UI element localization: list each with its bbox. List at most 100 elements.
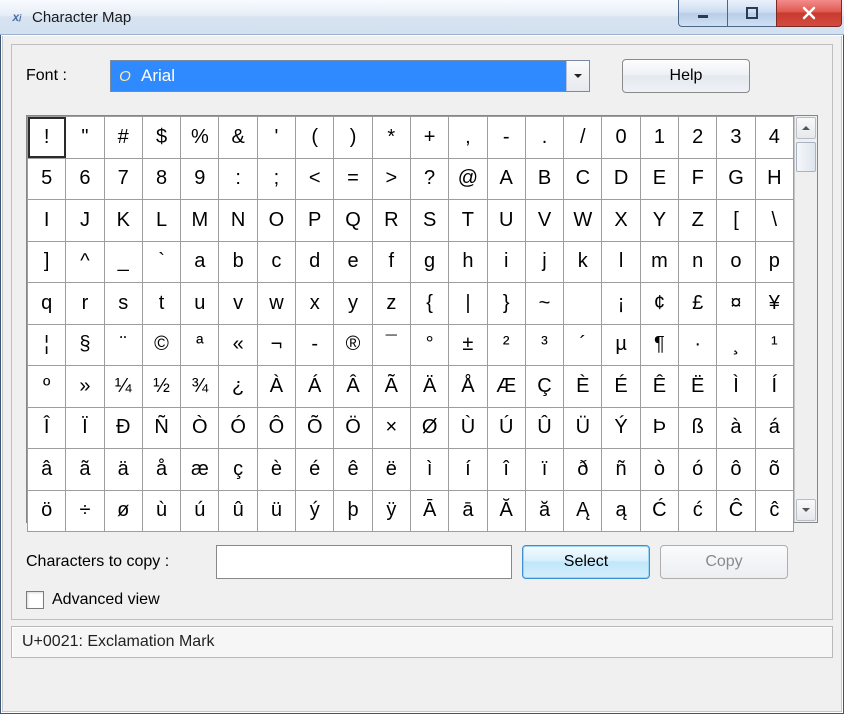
char-cell[interactable]: Æ: [487, 366, 525, 408]
character-grid[interactable]: !"#$%&'()*+,-./0123456789:;<=>?@ABCDEFGH…: [27, 116, 794, 522]
char-cell[interactable]: k: [564, 241, 602, 283]
char-cell[interactable]: ': [257, 117, 295, 159]
char-cell[interactable]: +: [410, 117, 448, 159]
char-cell[interactable]: µ: [602, 324, 640, 366]
char-cell[interactable]: Ü: [564, 407, 602, 449]
scroll-up-button[interactable]: [796, 117, 816, 139]
char-cell[interactable]: /: [564, 117, 602, 159]
char-cell[interactable]: l: [602, 241, 640, 283]
char-cell[interactable]: Z: [679, 200, 717, 242]
char-cell[interactable]: Ú: [487, 407, 525, 449]
char-cell[interactable]: ö: [28, 490, 66, 532]
char-cell[interactable]: *: [372, 117, 410, 159]
char-cell[interactable]: ¯: [372, 324, 410, 366]
char-cell[interactable]: ü: [257, 490, 295, 532]
char-cell[interactable]: ì: [410, 449, 448, 491]
char-cell[interactable]: 5: [28, 158, 66, 200]
char-cell[interactable]: ç: [219, 449, 257, 491]
char-cell[interactable]: ´: [564, 324, 602, 366]
char-cell[interactable]: õ: [755, 449, 793, 491]
char-cell[interactable]: ©: [142, 324, 180, 366]
char-cell[interactable]: ó: [679, 449, 717, 491]
char-cell[interactable]: S: [410, 200, 448, 242]
char-cell[interactable]: Å: [449, 366, 487, 408]
char-cell[interactable]: Ă: [487, 490, 525, 532]
char-cell[interactable]: F: [679, 158, 717, 200]
char-cell[interactable]: |: [449, 283, 487, 325]
char-cell[interactable]: ø: [104, 490, 142, 532]
char-cell[interactable]: Ë: [679, 366, 717, 408]
characters-to-copy-input[interactable]: [216, 545, 512, 579]
char-cell[interactable]: [: [717, 200, 755, 242]
char-cell[interactable]: H: [755, 158, 793, 200]
char-cell[interactable]: ¼: [104, 366, 142, 408]
char-cell[interactable]: ¨: [104, 324, 142, 366]
char-cell[interactable]: ý: [296, 490, 334, 532]
char-cell[interactable]: Ï: [66, 407, 104, 449]
grid-scrollbar[interactable]: [794, 116, 817, 522]
char-cell[interactable]: R: [372, 200, 410, 242]
char-cell[interactable]: Ó: [219, 407, 257, 449]
char-cell[interactable]: Ç: [525, 366, 563, 408]
char-cell[interactable]: ³: [525, 324, 563, 366]
char-cell[interactable]: Í: [755, 366, 793, 408]
char-cell[interactable]: ð: [564, 449, 602, 491]
char-cell[interactable]: v: [219, 283, 257, 325]
char-cell[interactable]: !: [28, 117, 66, 159]
char-cell[interactable]: â: [28, 449, 66, 491]
char-cell[interactable]: &: [219, 117, 257, 159]
char-cell[interactable]: å: [142, 449, 180, 491]
char-cell[interactable]: Î: [28, 407, 66, 449]
char-cell[interactable]: -: [487, 117, 525, 159]
char-cell[interactable]: ×: [372, 407, 410, 449]
char-cell[interactable]: ï: [525, 449, 563, 491]
advanced-view-checkbox[interactable]: [26, 591, 44, 609]
char-cell[interactable]: ù: [142, 490, 180, 532]
char-cell[interactable]: Ö: [334, 407, 372, 449]
char-cell[interactable]: Ć: [640, 490, 678, 532]
char-cell[interactable]: \: [755, 200, 793, 242]
char-cell[interactable]: ÷: [66, 490, 104, 532]
char-cell[interactable]: J: [66, 200, 104, 242]
char-cell[interactable]: °: [410, 324, 448, 366]
char-cell[interactable]: ë: [372, 449, 410, 491]
char-cell[interactable]: 2: [679, 117, 717, 159]
maximize-button[interactable]: [727, 0, 777, 27]
char-cell[interactable]: ò: [640, 449, 678, 491]
char-cell[interactable]: =: [334, 158, 372, 200]
char-cell[interactable]: ú: [181, 490, 219, 532]
char-cell[interactable]: u: [181, 283, 219, 325]
scroll-down-button[interactable]: [796, 499, 816, 521]
char-cell[interactable]: ¾: [181, 366, 219, 408]
scroll-thumb[interactable]: [796, 142, 816, 172]
dropdown-arrow-icon[interactable]: [566, 61, 589, 91]
char-cell[interactable]: ¦: [28, 324, 66, 366]
char-cell[interactable]: Q: [334, 200, 372, 242]
char-cell[interactable]: E: [640, 158, 678, 200]
char-cell[interactable]: À: [257, 366, 295, 408]
char-cell[interactable]: Ā: [410, 490, 448, 532]
char-cell[interactable]: È: [564, 366, 602, 408]
char-cell[interactable]: D: [602, 158, 640, 200]
char-cell[interactable]: ·: [679, 324, 717, 366]
char-cell[interactable]: á: [755, 407, 793, 449]
char-cell[interactable]: ¸: [717, 324, 755, 366]
char-cell[interactable]: Ý: [602, 407, 640, 449]
char-cell[interactable]: ®: [334, 324, 372, 366]
char-cell[interactable]: {: [410, 283, 448, 325]
char-cell[interactable]: ñ: [602, 449, 640, 491]
char-cell[interactable]: .: [525, 117, 563, 159]
char-cell[interactable]: Ê: [640, 366, 678, 408]
char-cell[interactable]: é: [296, 449, 334, 491]
font-select[interactable]: O Arial: [110, 60, 590, 92]
char-cell[interactable]: p: [755, 241, 793, 283]
select-button[interactable]: Select: [522, 545, 650, 579]
char-cell[interactable]: @: [449, 158, 487, 200]
char-cell[interactable]: Ã: [372, 366, 410, 408]
char-cell[interactable]: z: [372, 283, 410, 325]
char-cell[interactable]: i: [487, 241, 525, 283]
char-cell[interactable]: ¡: [602, 283, 640, 325]
char-cell[interactable]: Ą: [564, 490, 602, 532]
char-cell[interactable]: Ô: [257, 407, 295, 449]
char-cell[interactable]: N: [219, 200, 257, 242]
